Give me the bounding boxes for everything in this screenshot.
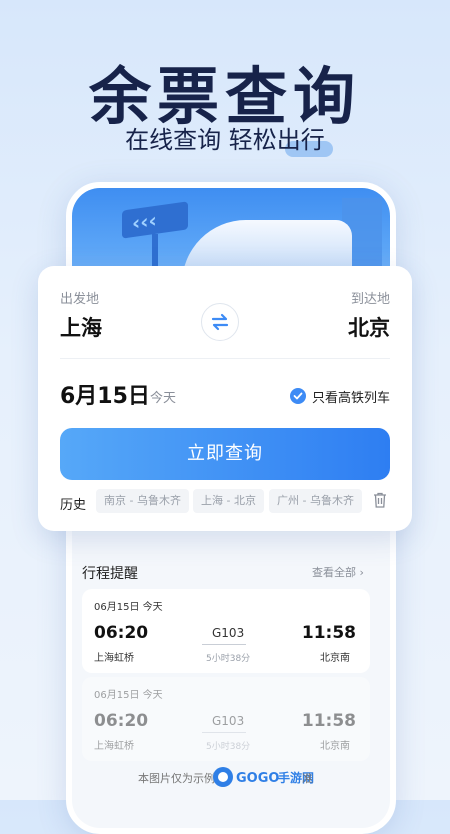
- swap-icon: [211, 313, 229, 331]
- trash-icon: [374, 492, 386, 508]
- search-card: 出发地 上海 到达地 北京 6月15日 今天 只看高铁列车 立即查询 历史 南京…: [38, 266, 412, 531]
- trip-card[interactable]: 06月15日 今天 06:20 上海虹桥 G103 5小时38分 11:58 北…: [82, 589, 370, 673]
- trip-date: 06月15日 今天: [94, 690, 163, 701]
- card-divider: [60, 358, 390, 359]
- clear-history-button[interactable]: [373, 492, 387, 512]
- from-label: 出发地: [60, 292, 100, 307]
- history-chip[interactable]: 上海 - 北京: [193, 489, 264, 513]
- trip-card[interactable]: 06月15日 今天 06:20 上海虹桥 G103 5小时38分 11:58 北…: [82, 677, 370, 761]
- promo-subline-text: 在线查询 轻松出行: [125, 126, 325, 154]
- station-sign-illustration: ‹‹‹: [122, 201, 188, 239]
- from-city[interactable]: 上海: [60, 312, 102, 342]
- departure-date[interactable]: 6月15日: [60, 378, 150, 410]
- highspeed-label[interactable]: 只看高铁列车: [312, 387, 390, 406]
- check-icon: [293, 392, 303, 400]
- history-chip[interactable]: 南京 - 乌鲁木齐: [96, 489, 189, 513]
- search-button[interactable]: 立即查询: [60, 428, 390, 480]
- train-number: G103: [212, 714, 245, 728]
- depart-station: 上海虹桥: [94, 653, 134, 664]
- depart-time: 06:20: [94, 623, 149, 643]
- history-chip[interactable]: 广州 - 乌鲁木齐: [269, 489, 362, 513]
- chevron-right-icon: ›: [359, 566, 364, 579]
- view-all-link[interactable]: 查看全部 ›: [312, 564, 364, 580]
- trip-date: 06月15日 今天: [94, 602, 163, 613]
- trip-duration: 5小时38分: [206, 654, 251, 664]
- route-line: [202, 644, 246, 645]
- history-label: 历史: [60, 498, 87, 513]
- footer-note-text: 本图片仅为示例: [138, 772, 215, 785]
- arrive-station: 北京南: [320, 653, 350, 664]
- footer-note-end: 准: [302, 772, 313, 785]
- highspeed-checkbox[interactable]: [290, 388, 306, 404]
- footer-note: 本图片仅为示例: [138, 770, 215, 786]
- view-all-label: 查看全部: [312, 566, 356, 579]
- arrive-station: 北京南: [320, 741, 350, 752]
- depart-time: 06:20: [94, 711, 149, 731]
- date-today-label: 今天: [150, 391, 177, 406]
- svg-text:GOGO: GOGO: [236, 771, 279, 786]
- arrive-time: 11:58: [301, 711, 356, 731]
- swap-cities-button[interactable]: [201, 303, 239, 341]
- to-label: 到达地: [350, 292, 390, 307]
- trip-duration: 5小时38分: [206, 742, 251, 752]
- promo-subline-wrap: 在线查询 轻松出行: [0, 120, 450, 157]
- route-line: [202, 732, 246, 733]
- promo-subline: 在线查询 轻松出行: [119, 120, 333, 157]
- arrive-time: 11:58: [301, 623, 356, 643]
- to-city[interactable]: 北京: [348, 312, 390, 342]
- itinerary-title: 行程提醒: [82, 566, 138, 582]
- train-number: G103: [212, 626, 245, 640]
- depart-station: 上海虹桥: [94, 741, 134, 752]
